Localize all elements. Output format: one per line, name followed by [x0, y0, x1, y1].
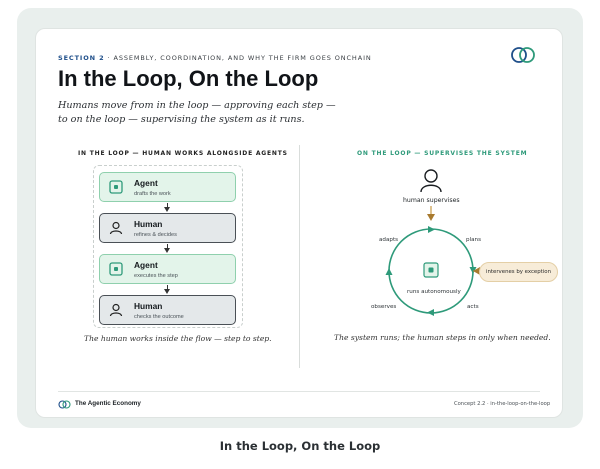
step-human-refines: Human refines & decides: [99, 213, 236, 243]
center-label: runs autonomously: [407, 289, 461, 295]
flow-arrow-head: [164, 289, 170, 294]
flow-arrow-head: [164, 207, 170, 212]
section-text: · ASSEMBLY, COORDINATION, AND WHY THE FI…: [104, 54, 372, 62]
left-caption: The human works inside the flow — step t…: [84, 334, 272, 343]
loop-label-acts: acts: [467, 304, 479, 310]
step-agent-executes: Agent executes the step: [99, 254, 236, 284]
center-agent-chip-icon: [423, 262, 439, 278]
step-human-checks: Human checks the outcome: [99, 295, 236, 325]
footer-divider: [58, 391, 540, 392]
step-sub: checks the outcome: [134, 314, 184, 320]
person-icon: [109, 221, 123, 235]
right-caption: The system runs; the human steps in only…: [334, 333, 551, 342]
loop-label-observes: observes: [371, 304, 397, 310]
supervisor-label: human supervises: [403, 197, 460, 204]
person-icon: [109, 303, 123, 317]
step-sub: refines & decides: [134, 232, 177, 238]
page-title: In the Loop, On the Loop: [58, 66, 319, 91]
right-panel-heading: ON THE LOOP — SUPERVISES THE SYSTEM: [357, 150, 528, 157]
step-sub: drafts the work: [134, 191, 171, 197]
section-number: SECTION 2: [58, 54, 105, 62]
footer-concept: Concept 2.2 · in-the-loop-on-the-loop: [454, 401, 551, 407]
flow-arrow-head: [164, 248, 170, 253]
logo-icon: [511, 47, 535, 63]
step-label: Human: [134, 301, 163, 311]
step-sub: executes the step: [134, 273, 178, 279]
agent-chip-icon: [109, 180, 123, 194]
on-the-loop-diagram: [385, 169, 480, 316]
loop-label-adapts: adapts: [379, 237, 399, 243]
agent-chip-icon: [109, 262, 123, 276]
loop-arrow-top: [428, 226, 435, 233]
footer-brand: The Agentic Economy: [75, 400, 141, 407]
step-label: Agent: [134, 260, 158, 270]
loop-arrow-bottom: [427, 309, 434, 316]
section-label: SECTION 2 · ASSEMBLY, COORDINATION, AND …: [58, 54, 372, 62]
step-label: Agent: [134, 178, 158, 188]
supervisor-arrow-head: [427, 214, 435, 221]
step-agent-drafts: Agent drafts the work: [99, 172, 236, 202]
footer-logo-icon: [58, 400, 71, 409]
bottom-title: In the Loop, On the Loop: [219, 439, 381, 453]
loop-arrow-left: [385, 268, 393, 275]
loop-label-plans: plans: [466, 237, 481, 243]
page-subtitle: Humans move from in the loop — approving…: [58, 100, 336, 125]
step-label: Human: [134, 219, 163, 229]
exception-pill: intervenes by exception: [479, 262, 558, 282]
left-panel-heading: IN THE LOOP — HUMAN WORKS ALONGSIDE AGEN…: [78, 150, 288, 157]
supervisor-person-icon: [420, 169, 442, 193]
